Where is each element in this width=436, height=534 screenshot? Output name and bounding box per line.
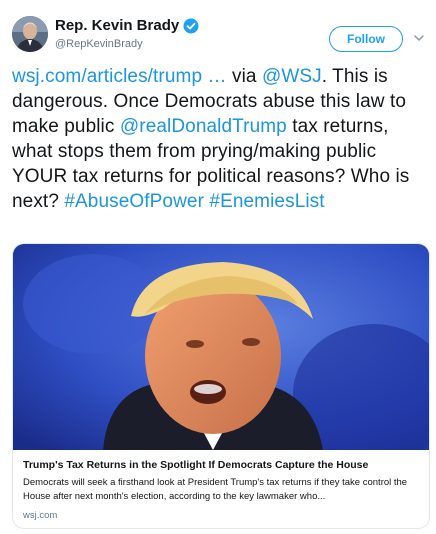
link-card[interactable]: Trump's Tax Returns in the Spotlight If … bbox=[12, 243, 430, 529]
card-domain: wsj.com bbox=[23, 510, 58, 521]
tweet-text: wsj.com/articles/trump … via @WSJ. This … bbox=[12, 64, 430, 214]
card-title[interactable]: Trump's Tax Returns in the Spotlight If … bbox=[23, 459, 423, 471]
chevron-down-icon[interactable] bbox=[413, 32, 425, 44]
author-handle[interactable]: @RepKevinBrady bbox=[55, 38, 143, 50]
avatar[interactable] bbox=[12, 16, 48, 52]
speaker-photo bbox=[13, 244, 429, 450]
hashtag-enemies-list-link[interactable]: #EnemiesList bbox=[209, 191, 324, 212]
author-display-name[interactable]: Rep. Kevin Brady bbox=[55, 17, 179, 34]
card-description: Democrats will seek a firsthand look at … bbox=[23, 477, 408, 502]
tweet-text-via: via bbox=[226, 66, 262, 87]
verified-badge-icon bbox=[183, 18, 199, 33]
article-link[interactable]: wsj.com/articles/trump … bbox=[12, 66, 227, 87]
avatar-image bbox=[12, 16, 48, 52]
mention-wsj-link[interactable]: @WSJ bbox=[262, 66, 322, 87]
hashtag-abuse-of-power-link[interactable]: #AbuseOfPower bbox=[64, 191, 204, 212]
follow-button[interactable]: Follow bbox=[329, 26, 403, 52]
card-image[interactable] bbox=[13, 244, 429, 450]
tweet: Rep. Kevin Brady @RepKevinBrady Follow w… bbox=[0, 0, 436, 534]
mention-trump-link[interactable]: @realDonaldTrump bbox=[120, 116, 287, 137]
author-name-row: Rep. Kevin Brady bbox=[55, 17, 199, 34]
